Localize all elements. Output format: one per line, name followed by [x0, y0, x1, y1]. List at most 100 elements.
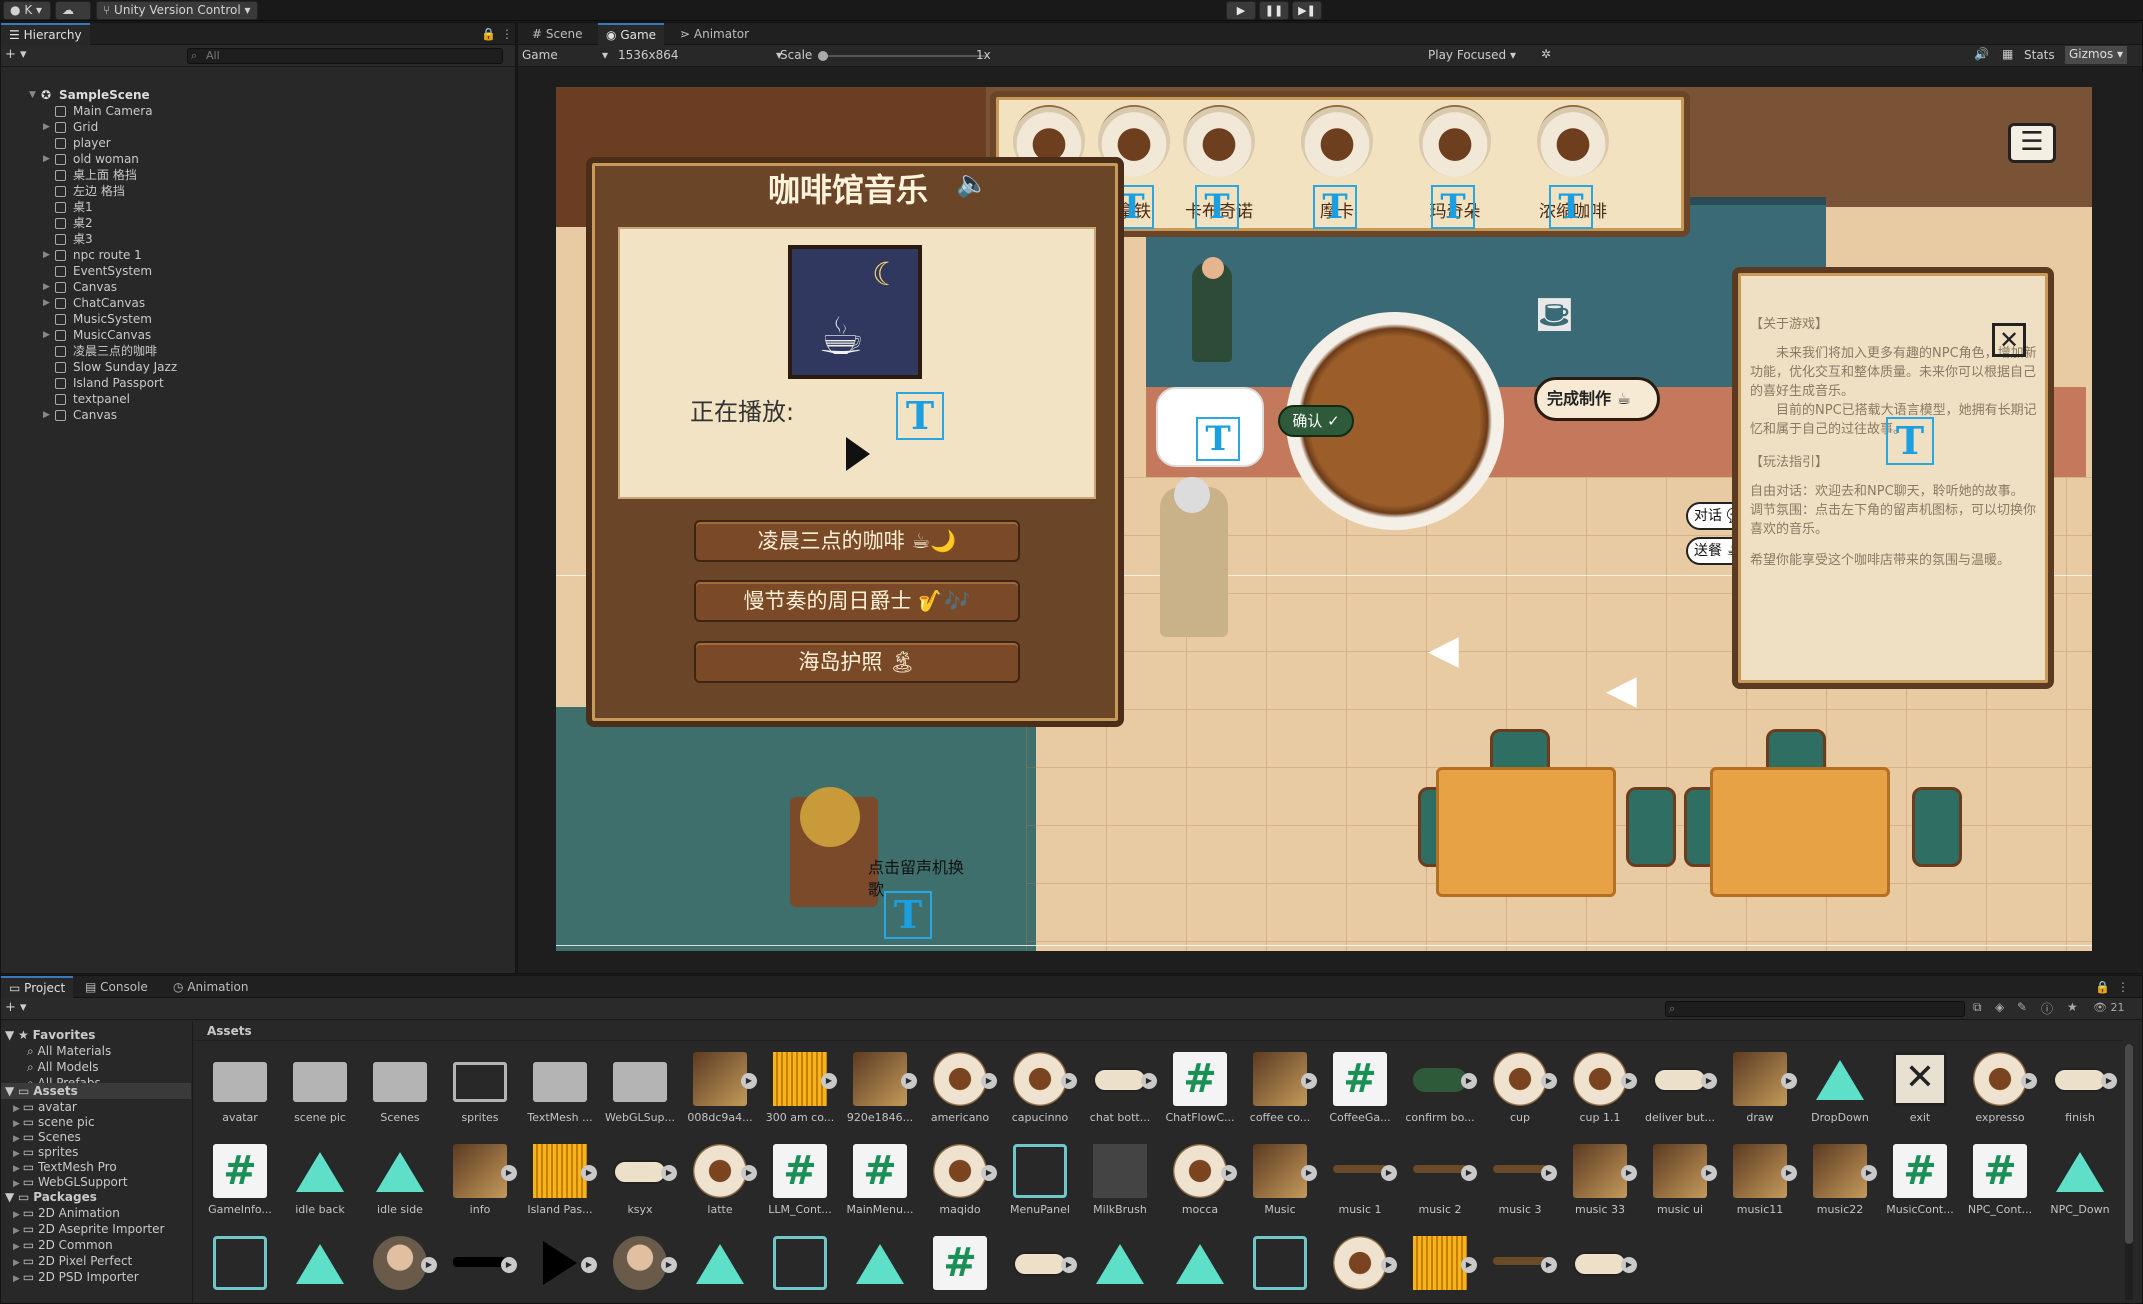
chevron-right-icon[interactable]: ▶: [13, 1210, 23, 1220]
asset-item[interactable]: ▶: [361, 1230, 439, 1302]
asset-item[interactable]: ▶ draw: [1721, 1046, 1799, 1136]
play-preview-icon[interactable]: ▶: [501, 1165, 517, 1181]
tab-animation[interactable]: ◷ Animation: [165, 976, 257, 998]
asset-item[interactable]: ▶ Island Pas...: [521, 1138, 599, 1228]
play-preview-icon[interactable]: ▶: [821, 1073, 837, 1089]
play-preview-icon[interactable]: ▶: [1861, 1165, 1877, 1181]
tag-icon[interactable]: ✎: [2017, 1000, 2027, 1014]
project-scrollbar[interactable]: [2125, 1044, 2133, 1300]
asset-item[interactable]: ▶ maqido: [921, 1138, 999, 1228]
asset-item[interactable]: ▶: [1561, 1230, 1639, 1302]
tab-hierarchy[interactable]: ☰ Hierarchy: [1, 23, 90, 45]
chevron-right-icon[interactable]: ▶: [43, 279, 53, 295]
asset-item[interactable]: ▶ deliver but...: [1641, 1046, 1719, 1136]
asset-item[interactable]: ▶ americano: [921, 1046, 999, 1136]
hierarchy-item[interactable]: Island Passport: [1, 375, 515, 391]
stats-button[interactable]: Stats: [2024, 48, 2055, 62]
play-preview-icon[interactable]: ▶: [1061, 1073, 1077, 1089]
asset-item[interactable]: ▶: [441, 1230, 519, 1302]
audio-icon[interactable]: 🔊: [1974, 47, 1989, 61]
chevron-right-icon[interactable]: ▶: [13, 1119, 23, 1129]
display-dropdown[interactable]: Game ▾: [522, 48, 612, 62]
chevron-right-icon[interactable]: ▶: [43, 295, 53, 311]
asset-item[interactable]: ▶ 920e1846...: [841, 1046, 919, 1136]
package-item[interactable]: ▶ ▭ 2D Aseprite Importer: [13, 1221, 164, 1237]
asset-folder-item[interactable]: ▶ ▭ scene pic: [13, 1114, 95, 1130]
asset-item[interactable]: [1081, 1230, 1159, 1302]
chevron-right-icon[interactable]: ▶: [43, 247, 53, 263]
hierarchy-item[interactable]: 桌上面 格挡: [1, 167, 515, 183]
chevron-right-icon[interactable]: ▶: [13, 1104, 23, 1114]
info-close-button[interactable]: ✕: [1992, 323, 2026, 357]
hierarchy-item[interactable]: ▶ Canvas: [1, 407, 515, 423]
asset-item[interactable]: MilkBrush: [1081, 1138, 1159, 1228]
scrollbar-thumb[interactable]: [2125, 1044, 2133, 1244]
coffee-option[interactable]: [1419, 105, 1491, 177]
asset-item[interactable]: ▶ music ui: [1641, 1138, 1719, 1228]
asset-item[interactable]: [761, 1230, 839, 1302]
scene-row[interactable]: ▼ ✪ SampleScene: [1, 87, 515, 103]
bug-icon[interactable]: ✲: [1541, 47, 1551, 61]
play-preview-icon[interactable]: ▶: [1061, 1257, 1077, 1273]
hierarchy-item[interactable]: 桌2: [1, 215, 515, 231]
asset-item[interactable]: idle side: [361, 1138, 439, 1228]
asset-item[interactable]: ▶ latte: [681, 1138, 759, 1228]
hierarchy-item[interactable]: ▶ Canvas: [1, 279, 515, 295]
favorites-header[interactable]: ▼ ★ Favorites: [5, 1027, 95, 1043]
play-preview-icon[interactable]: ▶: [1541, 1165, 1557, 1181]
play-preview-icon[interactable]: ▶: [581, 1257, 597, 1273]
hierarchy-item[interactable]: 凌晨三点的咖啡: [1, 343, 515, 359]
hierarchy-item[interactable]: textpanel: [1, 391, 515, 407]
asset-item[interactable]: ▶: [601, 1230, 679, 1302]
confirm-button[interactable]: 确认 ✓: [1278, 405, 1354, 437]
play-preview-icon[interactable]: ▶: [1621, 1165, 1637, 1181]
add-object-button[interactable]: + ▾: [5, 47, 27, 62]
chevron-right-icon[interactable]: ▶: [13, 1164, 23, 1174]
gizmos-button[interactable]: Gizmos ▾: [2065, 46, 2128, 64]
play-preview-icon[interactable]: ▶: [1221, 1165, 1237, 1181]
asset-item[interactable]: ▶ Music: [1241, 1138, 1319, 1228]
asset-item[interactable]: ▶ music11: [1721, 1138, 1799, 1228]
hierarchy-search-input[interactable]: ⌕ All: [187, 48, 503, 64]
asset-folder-item[interactable]: ▶ ▭ TextMesh Pro: [13, 1159, 117, 1175]
asset-item[interactable]: sprites: [441, 1046, 519, 1136]
play-preview-icon[interactable]: ▶: [661, 1257, 677, 1273]
lock-icon[interactable]: 🔒: [481, 27, 496, 41]
play-preview-icon[interactable]: ▶: [1461, 1165, 1477, 1181]
play-preview-icon[interactable]: ▶: [1461, 1073, 1477, 1089]
hierarchy-item[interactable]: 桌1: [1, 199, 515, 215]
asset-item[interactable]: ▶ capucinno: [1001, 1046, 1079, 1136]
package-item[interactable]: ▶ ▭ 2D Common: [13, 1237, 113, 1253]
hierarchy-item[interactable]: 桌3: [1, 231, 515, 247]
play-preview-icon[interactable]: ▶: [741, 1073, 757, 1089]
asset-item[interactable]: ✕ exit: [1881, 1046, 1959, 1136]
tab-scene[interactable]: # Scene: [524, 23, 590, 45]
label-icon[interactable]: ◈: [1995, 1000, 2004, 1014]
hierarchy-item[interactable]: 左边 格挡: [1, 183, 515, 199]
more-menu-icon[interactable]: ⋮: [501, 27, 513, 41]
play-preview-icon[interactable]: ▶: [581, 1165, 597, 1181]
star-icon[interactable]: ★: [2067, 1000, 2078, 1014]
asset-item[interactable]: [201, 1230, 279, 1302]
asset-item[interactable]: # LLM_Cont...: [761, 1138, 839, 1228]
lock-icon[interactable]: 🔒: [2095, 980, 2110, 994]
hierarchy-item[interactable]: player: [1, 135, 515, 151]
step-button[interactable]: ▶❚: [1292, 1, 1322, 20]
favorite-item[interactable]: ⌕ All Models: [27, 1059, 99, 1075]
chevron-right-icon[interactable]: ▶: [43, 327, 53, 343]
play-preview-icon[interactable]: ▶: [1381, 1257, 1397, 1273]
asset-folder-item[interactable]: ▶ ▭ WebGLSupport: [13, 1174, 128, 1190]
assets-root[interactable]: ▼ ▭ Assets: [1, 1083, 191, 1099]
asset-item[interactable]: # CoffeeGa...: [1321, 1046, 1399, 1136]
play-preview-icon[interactable]: ▶: [1781, 1073, 1797, 1089]
asset-item[interactable]: ▶ chat bott...: [1081, 1046, 1159, 1136]
asset-item[interactable]: ▶ music 1: [1321, 1138, 1399, 1228]
play-preview-icon[interactable]: ▶: [421, 1257, 437, 1273]
filter-icon[interactable]: ⧉: [1973, 1000, 1982, 1015]
play-preview-icon[interactable]: ▶: [1541, 1073, 1557, 1089]
asset-item[interactable]: ▶ music 3: [1481, 1138, 1559, 1228]
play-preview-icon[interactable]: ▶: [2101, 1073, 2117, 1089]
asset-item[interactable]: NPC_Down: [2041, 1138, 2119, 1228]
hierarchy-item[interactable]: Main Camera: [1, 103, 515, 119]
tab-game[interactable]: ◉ Game: [598, 23, 665, 45]
